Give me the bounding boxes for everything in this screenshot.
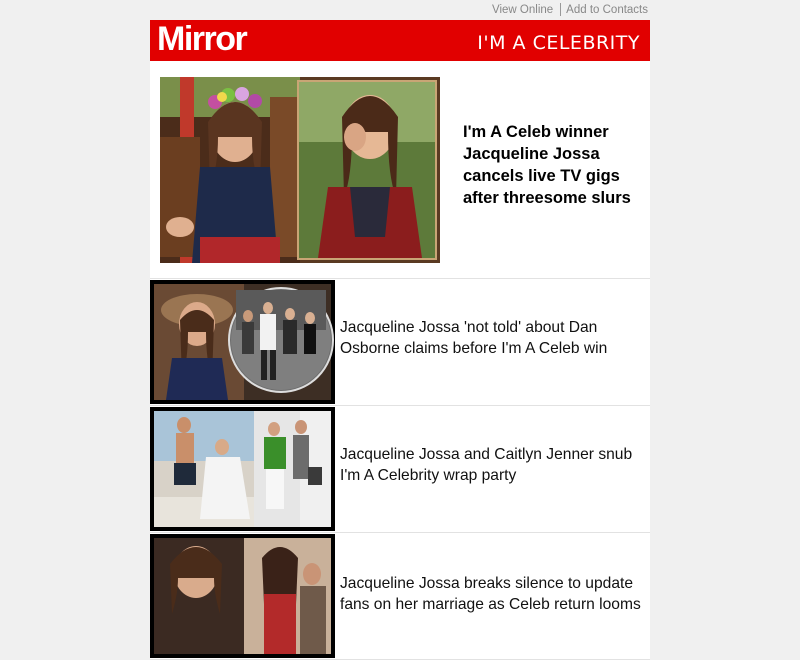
article-row[interactable]: Jacqueline Jossa breaks silence to updat… — [150, 533, 650, 660]
divider — [560, 3, 562, 17]
article-thumbnail[interactable] — [150, 280, 335, 404]
add-to-contacts-link[interactable]: Add to Contacts — [566, 4, 648, 16]
article-thumbnail[interactable] — [150, 534, 335, 658]
article-row[interactable]: Jacqueline Jossa 'not told' about Dan Os… — [150, 279, 650, 406]
mirror-header: Mirror I'M A CELEBRITY — [150, 20, 650, 61]
section-title: I'M A CELEBRITY — [477, 32, 640, 54]
hero-article[interactable]: I'm A Celeb winner Jacqueline Jossa canc… — [150, 61, 650, 279]
view-online-link[interactable]: View Online — [492, 4, 553, 16]
hero-headline[interactable]: I'm A Celeb winner Jacqueline Jossa canc… — [463, 121, 643, 209]
hero-image[interactable] — [160, 77, 440, 263]
email-container: View Online Add to Contacts Mirror I'M A … — [150, 0, 650, 660]
article-headline[interactable]: Jacqueline Jossa breaks silence to updat… — [340, 573, 645, 615]
article-headline[interactable]: Jacqueline Jossa 'not told' about Dan Os… — [340, 317, 645, 359]
article-list: I'm A Celeb winner Jacqueline Jossa canc… — [150, 61, 650, 660]
article-headline[interactable]: Jacqueline Jossa and Caitlyn Jenner snub… — [340, 444, 645, 486]
email-topbar: View Online Add to Contacts — [150, 0, 650, 20]
article-thumbnail[interactable] — [150, 407, 335, 531]
mirror-logo[interactable]: Mirror — [157, 19, 248, 60]
article-row[interactable]: Jacqueline Jossa and Caitlyn Jenner snub… — [150, 406, 650, 533]
